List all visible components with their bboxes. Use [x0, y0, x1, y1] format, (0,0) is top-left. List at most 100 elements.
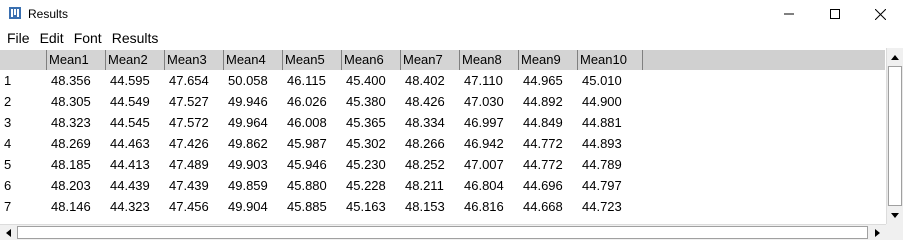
- table-cell: 48.426: [405, 94, 445, 109]
- table-row[interactable]: 6 48.203 44.439 47.439 49.859 45.880 45.228 48.…: [0, 175, 885, 196]
- scrollbar-corner: [886, 224, 903, 240]
- table-cell: 44.797: [582, 178, 622, 193]
- row-index-cell: 6: [4, 178, 12, 193]
- table-cell: 44.893: [582, 136, 622, 151]
- table-cell: 44.789: [582, 157, 622, 172]
- minimize-button[interactable]: [766, 0, 812, 28]
- title-bar: Results: [0, 0, 903, 28]
- table-row[interactable]: 2 48.305 44.549 47.527 49.946 46.026 45.380 48.…: [0, 91, 885, 112]
- table-cell: 44.323: [110, 199, 150, 214]
- header-cell-mean7[interactable]: Mean7: [401, 50, 460, 70]
- table-cell: 44.772: [523, 157, 563, 172]
- maximize-icon: [830, 9, 840, 19]
- table-cell: 45.365: [346, 115, 386, 130]
- table-cell: 49.859: [228, 178, 268, 193]
- horizontal-scroll-thumb[interactable]: [17, 226, 868, 239]
- scroll-left-button[interactable]: [0, 225, 16, 240]
- table-cell: 45.885: [287, 199, 327, 214]
- table-cell: 44.668: [523, 199, 563, 214]
- arrow-right-icon: [874, 228, 880, 237]
- table-row[interactable]: 7 48.146 44.323 47.456 49.904 45.885 45.163 48.…: [0, 196, 885, 217]
- table-cell: 44.892: [523, 94, 563, 109]
- row-index-cell: 4: [4, 136, 12, 151]
- results-table[interactable]: Mean1 Mean2 Mean3 Mean4 Mean5 Mean6 Mean7 Mean8…: [0, 48, 885, 224]
- row-index-cell: 3: [4, 115, 12, 130]
- table-cell: 45.946: [287, 157, 327, 172]
- table-cell: 47.654: [169, 73, 209, 88]
- window-title: Results: [28, 7, 69, 21]
- scroll-down-button[interactable]: [887, 207, 903, 223]
- table-row[interactable]: 4 48.269 44.463 47.426 49.862 45.987 45.302 48.…: [0, 133, 885, 154]
- menu-edit[interactable]: Edit: [37, 28, 67, 48]
- table-cell: 44.463: [110, 136, 150, 151]
- table-cell: 45.880: [287, 178, 327, 193]
- vertical-scroll-thumb[interactable]: [888, 66, 902, 206]
- menu-results[interactable]: Results: [109, 28, 162, 48]
- table-cell: 49.862: [228, 136, 268, 151]
- table-cell: 48.252: [405, 157, 445, 172]
- table-cell: 44.900: [582, 94, 622, 109]
- close-icon: [874, 8, 886, 20]
- row-index-cell: 2: [4, 94, 12, 109]
- vertical-scrollbar[interactable]: [886, 48, 903, 224]
- table-cell: 48.185: [51, 157, 91, 172]
- table-cell: 44.849: [523, 115, 563, 130]
- table-cell: 48.211: [405, 178, 444, 193]
- table-cell: 45.302: [346, 136, 386, 151]
- header-cell-mean9[interactable]: Mean9: [519, 50, 578, 70]
- table-cell: 47.007: [464, 157, 504, 172]
- header-cell-mean2[interactable]: Mean2: [106, 50, 165, 70]
- header-cell-mean4[interactable]: Mean4: [224, 50, 283, 70]
- menu-bar: File Edit Font Results: [0, 28, 903, 48]
- table-cell: 47.527: [169, 94, 209, 109]
- arrow-up-icon: [891, 54, 899, 60]
- table-cell: 48.305: [51, 94, 91, 109]
- row-index-cell: 1: [4, 73, 12, 88]
- table-cell: 44.413: [110, 157, 150, 172]
- table-cell: 48.323: [51, 115, 91, 130]
- scroll-up-button[interactable]: [887, 49, 903, 65]
- table-cell: 45.380: [346, 94, 386, 109]
- table-cell: 44.881: [582, 115, 622, 130]
- menu-file[interactable]: File: [4, 28, 33, 48]
- row-index-cell: 7: [4, 199, 12, 214]
- table-cell: 45.228: [346, 178, 386, 193]
- header-cell-mean10[interactable]: Mean10: [578, 50, 643, 70]
- table-cell: 45.987: [287, 136, 327, 151]
- table-cell: 44.696: [523, 178, 563, 193]
- header-cell-mean3[interactable]: Mean3: [165, 50, 224, 70]
- close-button[interactable]: [857, 0, 903, 28]
- header-cell-mean8[interactable]: Mean8: [460, 50, 519, 70]
- scroll-right-button[interactable]: [869, 225, 885, 240]
- arrow-down-icon: [891, 212, 899, 218]
- header-cell-mean5[interactable]: Mean5: [283, 50, 342, 70]
- table-cell: 46.997: [464, 115, 504, 130]
- table-cell: 48.269: [51, 136, 91, 151]
- table-header-row: Mean1 Mean2 Mean3 Mean4 Mean5 Mean6 Mean7 Mean8…: [0, 50, 885, 70]
- table-cell: 49.904: [228, 199, 268, 214]
- arrow-left-icon: [5, 228, 11, 237]
- header-cell-mean6[interactable]: Mean6: [342, 50, 401, 70]
- horizontal-scrollbar[interactable]: [0, 224, 886, 240]
- table-cell: 50.058: [228, 73, 268, 88]
- table-cell: 47.030: [464, 94, 504, 109]
- table-row[interactable]: 1 48.356 44.595 47.654 50.058 46.115 45.400 48.…: [0, 70, 885, 91]
- header-cell-mean1[interactable]: Mean1: [47, 50, 106, 70]
- table-cell: 48.402: [405, 73, 445, 88]
- header-cell-index[interactable]: [0, 50, 47, 70]
- table-cell: 46.115: [287, 73, 326, 88]
- minimize-icon: [784, 13, 794, 15]
- menu-font[interactable]: Font: [71, 28, 105, 48]
- table-row[interactable]: 5 48.185 44.413 47.489 49.903 45.946 45.230 48.…: [0, 154, 885, 175]
- table-row[interactable]: 3 48.323 44.545 47.572 49.964 46.008 45.365 48.…: [0, 112, 885, 133]
- table-cell: 46.026: [287, 94, 327, 109]
- table-cell: 46.816: [464, 199, 504, 214]
- table-cell: 49.946: [228, 94, 268, 109]
- table-cell: 46.008: [287, 115, 327, 130]
- table-cell: 48.203: [51, 178, 91, 193]
- table-cell: 46.942: [464, 136, 504, 151]
- table-cell: 47.572: [169, 115, 209, 130]
- table-cell: 48.356: [51, 73, 91, 88]
- vertical-scroll-track[interactable]: [887, 66, 903, 206]
- maximize-button[interactable]: [812, 0, 858, 28]
